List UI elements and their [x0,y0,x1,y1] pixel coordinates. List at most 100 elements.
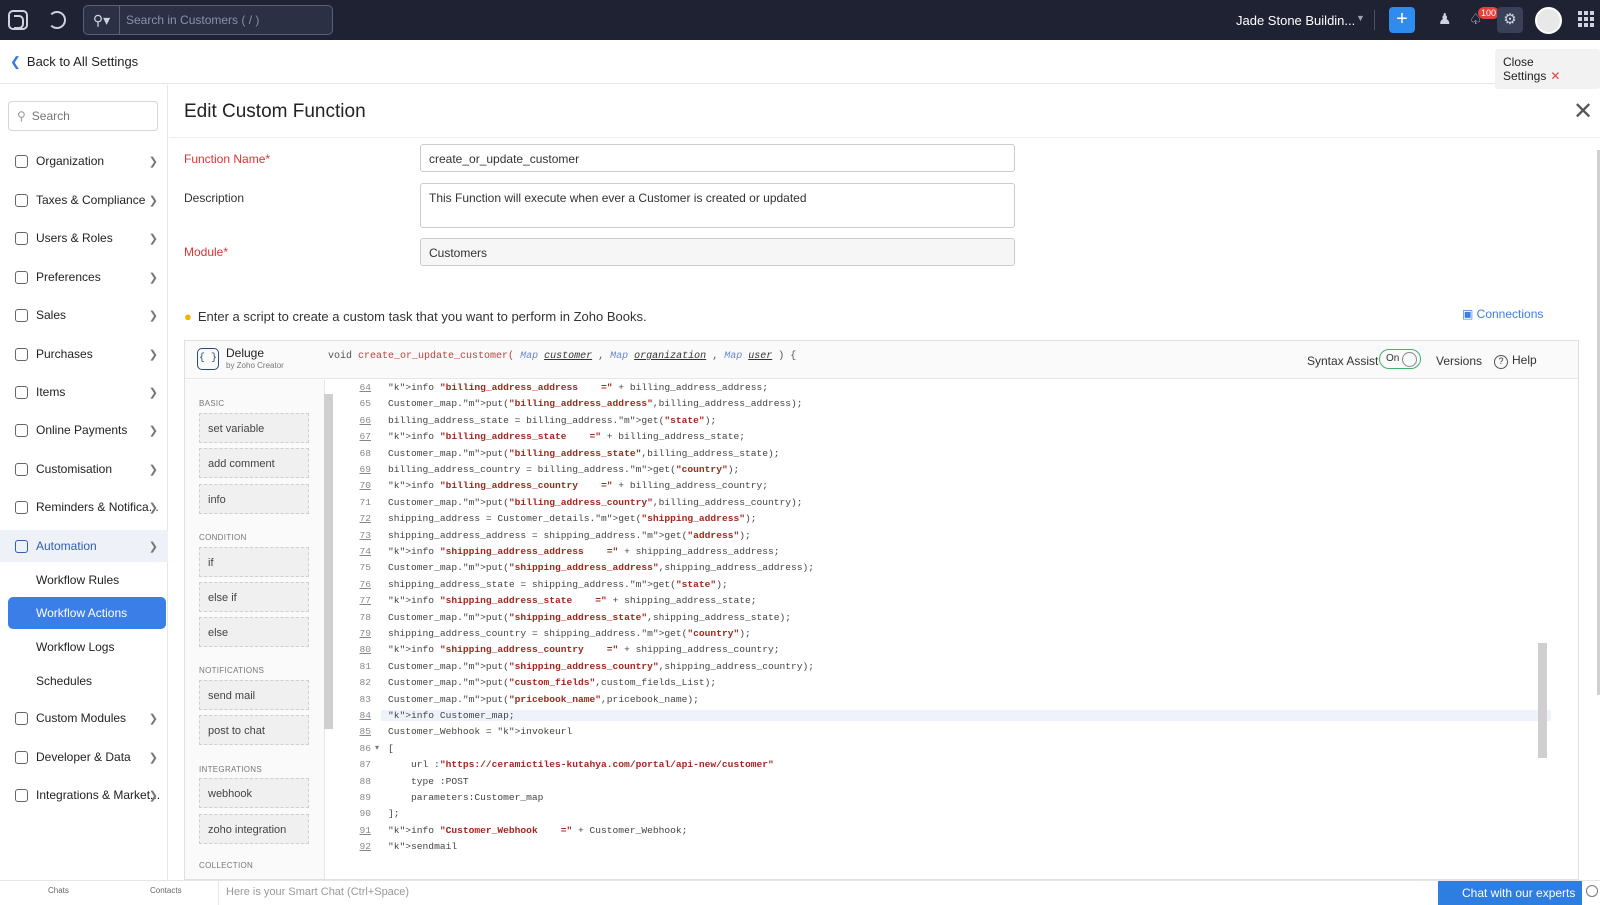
code-icon [15,750,28,764]
sidebar-item-organization[interactable]: Organization ❯ [0,145,168,177]
users-icon[interactable]: ♟ [1438,10,1451,28]
back-to-settings-link[interactable]: ❮ Back to All Settings [10,54,138,70]
chats-button[interactable]: Chats [48,886,69,895]
sidebar-item-label: Reminders & Notifica... [36,500,159,514]
close-icon[interactable]: ✕ [1573,97,1593,126]
code-line[interactable]: "k">info Customer_map; [381,710,1551,721]
sidebar-item-custom-modules[interactable]: Custom Modules ❯ [0,702,168,734]
code-line[interactable]: [ [388,743,394,754]
code-line[interactable]: "k">info "Customer_Webhook =" + Customer… [388,825,687,836]
code-line[interactable]: "k">info "shipping_address_address =" + … [388,546,780,557]
palette-section-collection: COLLECTION [199,861,254,870]
sidebar-sub-schedules[interactable]: Schedules [36,674,92,688]
code-line[interactable]: shipping_address = Customer_details."m">… [388,513,757,524]
code-line[interactable]: "k">info "billing_address_country =" + b… [388,480,768,491]
description-textarea[interactable]: This Function will execute when ever a C… [420,183,1015,228]
help-button[interactable]: ? Help [1494,353,1537,369]
code-line[interactable]: "k">info "billing_address_state =" + bil… [388,431,745,442]
function-name-input[interactable]: create_or_update_customer [420,144,1015,172]
sidebar-item-automation[interactable]: Automation ❯ [0,530,168,562]
chevron-down-icon[interactable]: ▼ [1356,13,1365,23]
palette-send-mail[interactable]: send mail [199,680,309,710]
code-line[interactable]: "k">info "billing_address_address =" + b… [388,382,768,393]
global-search[interactable]: ⚲▾ [83,5,333,35]
code-line[interactable]: ]; [388,808,400,819]
code-line[interactable]: Customer_map."m">put("shipping_address_c… [388,661,814,672]
code-line[interactable]: Customer_map."m">put("shipping_address_a… [388,562,814,573]
palette-info[interactable]: info [199,484,309,514]
palette-else-if[interactable]: else if [199,582,309,612]
line-number: 75 [359,562,371,574]
palette-set-variable[interactable]: set variable [199,413,309,443]
sidebar-item-integrations[interactable]: Integrations & Market... ❯ [0,779,168,811]
code-line[interactable]: "k">sendmail [388,841,457,852]
fold-arrow-icon[interactable]: ▾ [375,743,379,753]
avatar[interactable] [1535,7,1562,34]
palette-if[interactable]: if [199,547,309,577]
code-line[interactable]: parameters:Customer_map [388,792,543,803]
code-area[interactable]: 64 "k">info "billing_address_address =" +… [335,380,1578,860]
sidebar-item-purchases[interactable]: Purchases ❯ [0,338,168,370]
organization-switcher[interactable]: Jade Stone Buildin... [1236,13,1355,28]
code-line[interactable]: shipping_address_address = shipping_addr… [388,530,751,541]
recent-history-icon[interactable] [48,11,66,29]
sidebar-item-developer-data[interactable]: Developer & Data ❯ [0,741,168,773]
smart-chat-input[interactable]: Here is your Smart Chat (Ctrl+Space) [226,886,409,898]
code-line[interactable]: Customer_map."m">put("billing_address_co… [388,497,803,508]
palette-post-to-chat[interactable]: post to chat [199,715,309,745]
line-number: 82 [359,677,371,689]
palette-else[interactable]: else [199,617,309,647]
code-line[interactable]: url :"https://ceramictiles-kutahya.com/p… [388,759,774,770]
code-scrollbar[interactable] [1538,643,1547,758]
sig-param[interactable]: customer [544,351,592,362]
palette-webhook[interactable]: webhook [199,778,309,808]
sidebar-item-items[interactable]: Items ❯ [0,376,168,408]
code-line[interactable]: type :POST [388,776,469,787]
books-logo-icon[interactable] [8,10,28,30]
sidebar-item-customisation[interactable]: Customisation ❯ [0,453,168,485]
sidebar-item-online-payments[interactable]: Online Payments ❯ [0,414,168,446]
global-search-input[interactable] [120,13,320,27]
syntax-assist-toggle[interactable]: On [1379,349,1421,369]
palette-add-comment[interactable]: add comment [199,448,309,478]
close-settings-button[interactable]: Close Settings ✕ [1495,49,1600,89]
palette-scrollbar[interactable] [324,394,333,729]
code-line[interactable]: billing_address_country = billing_addres… [388,464,739,475]
code-line[interactable]: billing_address_state = billing_address.… [388,415,716,426]
line-number: 66 [359,414,371,426]
code-line[interactable]: shipping_address_country = shipping_addr… [388,628,751,639]
connections-link[interactable]: ▣ Connections [1462,307,1543,321]
sig-end: ) { [778,351,797,362]
code-line[interactable]: shipping_address_state = shipping_addres… [388,579,728,590]
chat-with-experts-button[interactable]: Chat with our experts [1438,881,1582,905]
sidebar-item-users-roles[interactable]: Users & Roles ❯ [0,222,168,254]
sidebar-sub-workflow-actions[interactable]: Workflow Actions [8,597,166,629]
code-line[interactable]: "k">info "shipping_address_state =" + sh… [388,595,756,606]
code-line[interactable]: Customer_map."m">put("shipping_address_s… [388,612,791,623]
sig-param[interactable]: organization [634,351,706,362]
code-line[interactable]: Customer_map."m">put("custom_fields",cus… [388,677,716,688]
search-filter-icon[interactable]: ⚲▾ [84,6,120,34]
sidebar-item-reminders[interactable]: Reminders & Notifica... ❯ [0,491,168,523]
sidebar-item-sales[interactable]: Sales ❯ [0,299,168,331]
sidebar-sub-workflow-rules[interactable]: Workflow Rules [36,573,119,587]
line-number: 67 [359,431,371,443]
chat-icon[interactable] [1586,885,1598,897]
sidebar-sub-workflow-logs[interactable]: Workflow Logs [36,640,114,654]
sig-param[interactable]: user [748,351,772,362]
sidebar-search[interactable]: ⚲ [8,101,158,131]
apps-grid-icon[interactable] [1578,11,1594,27]
quick-create-button[interactable]: + [1389,7,1415,33]
gear-icon[interactable]: ⚙ [1497,7,1523,33]
code-line[interactable]: Customer_map."m">put("pricebook_name",pr… [388,694,699,705]
code-line[interactable]: Customer_map."m">put("billing_address_st… [388,448,780,459]
code-line[interactable]: "k">info "shipping_address_country =" + … [388,644,780,655]
versions-button[interactable]: Versions [1436,354,1482,368]
sidebar-item-preferences[interactable]: Preferences ❯ [0,261,168,293]
sidebar-search-input[interactable] [31,109,142,123]
code-line[interactable]: Customer_Webhook = "k">invokeurl [388,726,572,737]
palette-zoho-integration[interactable]: zoho integration [199,814,309,844]
contacts-button[interactable]: Contacts [150,886,182,895]
code-line[interactable]: Customer_map."m">put("billing_address_ad… [388,398,803,409]
sidebar-item-taxes[interactable]: Taxes & Compliance ❯ [0,184,168,216]
